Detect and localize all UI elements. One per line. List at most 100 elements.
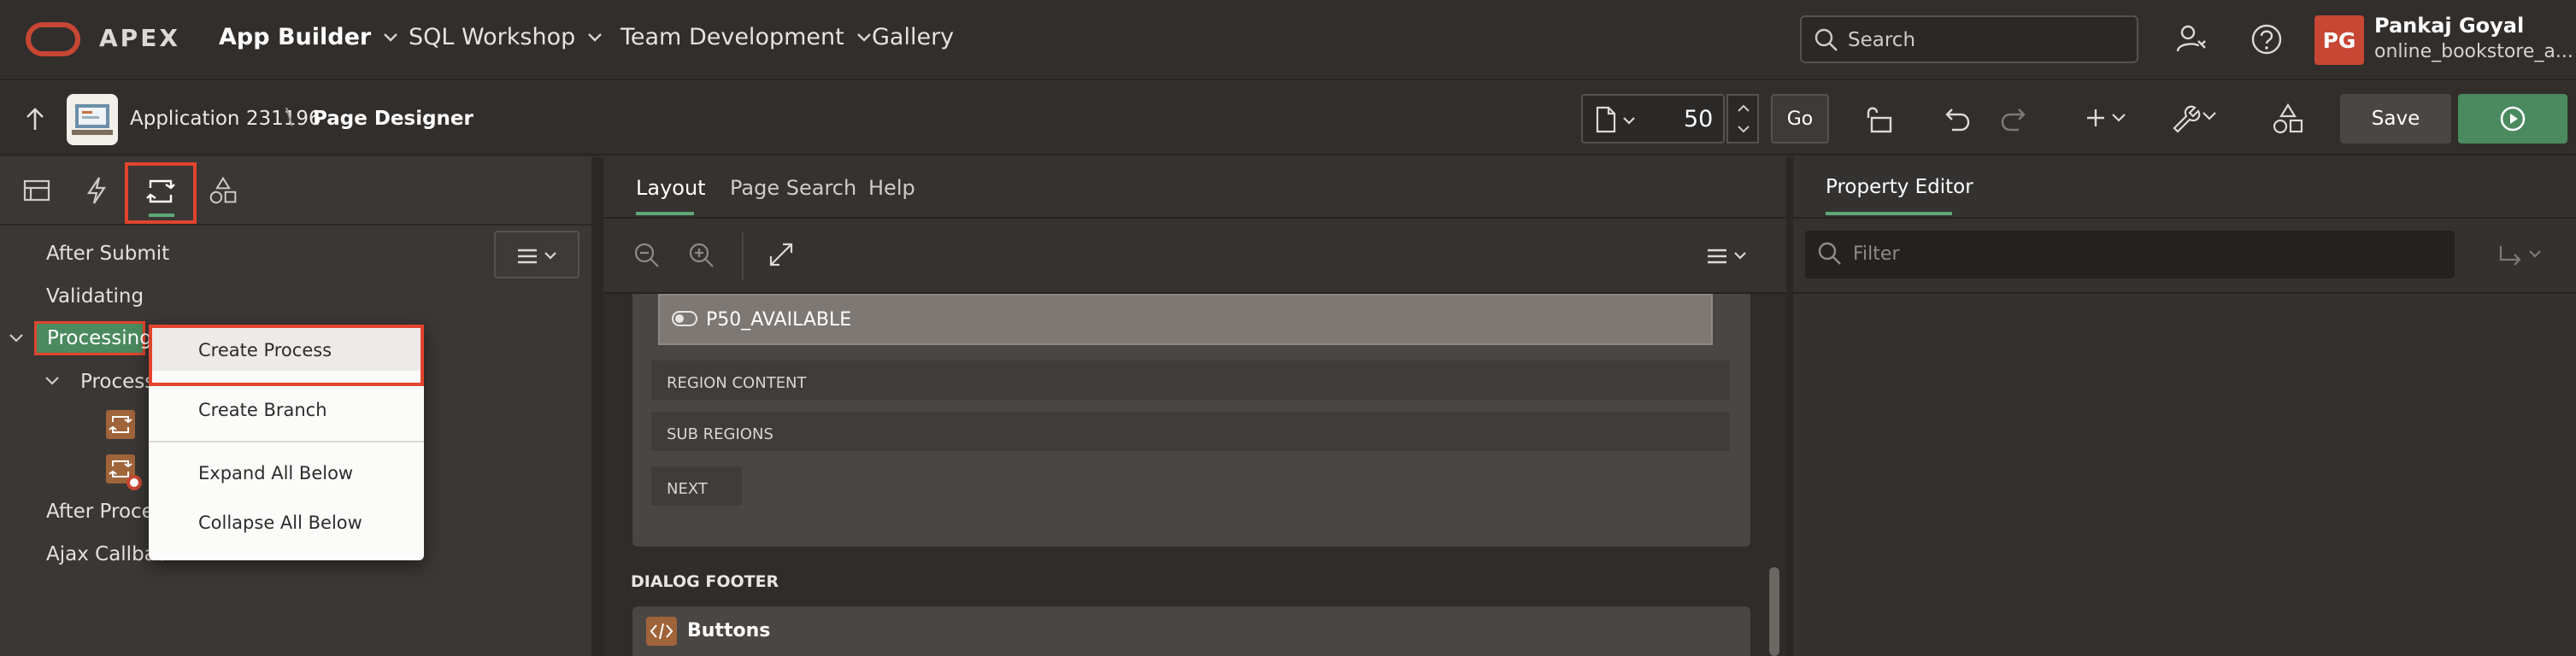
search-icon	[1814, 28, 1838, 51]
tab-help[interactable]: Help	[868, 176, 915, 200]
property-editor-pane: Property Editor Filter	[1793, 157, 2576, 656]
center-tabs: Layout Page Search Help	[603, 157, 1786, 219]
breadcrumb-separator: \	[285, 104, 293, 130]
arrow-up-icon[interactable]	[24, 106, 46, 132]
layout-menu-icon[interactable]	[1706, 248, 1750, 265]
undo-icon[interactable]	[1944, 104, 1973, 133]
save-button-label: Save	[2371, 108, 2420, 130]
help-icon[interactable]	[2250, 22, 2284, 56]
tree-menu-button[interactable]	[494, 231, 579, 278]
shared-components-icon[interactable]	[2272, 102, 2304, 135]
page-selector[interactable]: 50	[1581, 94, 1725, 144]
chevron-down-icon	[588, 32, 603, 42]
active-tab-indicator	[636, 212, 694, 215]
process-icon[interactable]	[106, 410, 135, 439]
create-process-highlight	[149, 325, 424, 386]
oracle-logo[interactable]	[26, 22, 80, 56]
brand-name[interactable]: APEX	[99, 24, 180, 52]
nav-app-builder-label: App Builder	[219, 24, 372, 50]
sub-regions-slot[interactable]: SUB REGIONS	[650, 410, 1732, 453]
property-editor-tabs: Property Editor	[1793, 157, 2576, 219]
user-name[interactable]: Pankaj Goyal	[2374, 14, 2524, 38]
active-tab-indicator	[149, 214, 174, 217]
page-item[interactable]: P50_AVAILABLE	[658, 294, 1713, 345]
chevron-up-icon[interactable]	[1737, 104, 1750, 113]
chevron-down-icon	[384, 32, 398, 42]
search-placeholder: Search	[1848, 29, 1916, 51]
hamburger-menu-icon	[518, 249, 556, 264]
processing-tab-icon	[146, 179, 175, 203]
go-button[interactable]: Go	[1771, 94, 1829, 144]
avatar[interactable]: PG	[2314, 15, 2364, 65]
right-splitter[interactable]	[1786, 157, 1793, 656]
tree-node-processing[interactable]: Processing	[34, 321, 152, 355]
play-icon	[2500, 106, 2526, 132]
rendering-tab-icon[interactable]	[22, 178, 51, 203]
buttons-region-title: Buttons	[687, 620, 771, 641]
region-content-slot[interactable]: REGION CONTENT	[650, 359, 1732, 401]
zoom-in-icon[interactable]	[687, 241, 716, 270]
nav-sql-workshop-label: SQL Workshop	[409, 24, 576, 50]
toolbar-divider	[742, 232, 744, 280]
nav-team-development-label: Team Development	[620, 24, 844, 50]
tree-node-processing-label: Processing	[47, 327, 152, 349]
lock-page-icon[interactable]	[1865, 104, 1894, 135]
nav-gallery[interactable]: Gallery	[872, 24, 954, 50]
chevron-down-icon[interactable]	[44, 376, 60, 386]
nav-sql-workshop[interactable]: SQL Workshop	[409, 24, 603, 50]
page-icon	[1596, 106, 1616, 133]
zoom-out-icon[interactable]	[632, 241, 662, 270]
run-page-button[interactable]	[2458, 94, 2567, 144]
shared-components-tab-icon[interactable]	[209, 176, 238, 205]
search-icon	[1818, 242, 1841, 265]
tree-node-validating[interactable]: Validating	[46, 285, 144, 308]
chevron-down-icon[interactable]	[1737, 125, 1750, 133]
filter-input[interactable]: Filter	[1805, 231, 2455, 278]
go-to-group-icon[interactable]	[2497, 244, 2545, 268]
nav-team-development[interactable]: Team Development	[620, 24, 872, 50]
dialog-footer-heading: DIALOG FOOTER	[631, 572, 779, 591]
region-content-label: REGION CONTENT	[667, 374, 807, 392]
tab-page-search[interactable]: Page Search	[730, 176, 856, 200]
next-label: NEXT	[667, 480, 708, 498]
top-header: APEX App Builder SQL Workshop Team Devel…	[0, 0, 2576, 80]
menu-item-expand-all-below[interactable]: Expand All Below	[152, 453, 421, 494]
active-tab-indicator	[1826, 212, 1952, 215]
admin-user-icon[interactable]	[2174, 22, 2208, 56]
context-menu: Create Process Create Branch Expand All …	[149, 325, 424, 560]
condition-badge-icon	[126, 475, 142, 490]
nav-gallery-label: Gallery	[872, 24, 955, 50]
page-title: Page Designer	[313, 108, 473, 130]
menu-separator	[149, 441, 424, 442]
add-menu-icon[interactable]	[2085, 106, 2130, 132]
next-slot[interactable]: NEXT	[650, 465, 744, 507]
page-item-name: P50_AVAILABLE	[706, 309, 852, 331]
tab-layout-label: Layout	[636, 176, 706, 200]
vertical-scrollbar[interactable]	[1769, 567, 1779, 656]
expand-icon[interactable]	[768, 241, 795, 268]
code-icon	[646, 617, 677, 646]
page-stepper[interactable]	[1726, 94, 1759, 144]
menu-item-collapse-all-below[interactable]: Collapse All Below	[152, 502, 421, 543]
tree-node-after-submit[interactable]: After Submit	[46, 243, 169, 265]
page-number-input[interactable]: 50	[1684, 106, 1713, 132]
utilities-wrench-icon[interactable]	[2169, 102, 2219, 133]
menu-item-create-branch[interactable]: Create Branch	[152, 391, 421, 432]
tab-property-editor-label: Property Editor	[1826, 176, 1973, 198]
search-box[interactable]: Search	[1800, 15, 2138, 63]
save-button[interactable]: Save	[2340, 94, 2451, 144]
avatar-initials: PG	[2322, 27, 2356, 53]
tree-node-after-processing[interactable]: After Proces	[46, 501, 164, 523]
layout-pane: Layout Page Search Help P50_AVAILABLE RE…	[603, 157, 1786, 656]
page-designer-toolbar: Application 231196 \ Page Designer 50 Go…	[0, 82, 2576, 155]
nav-app-builder[interactable]: App Builder	[219, 24, 398, 50]
processing-tab[interactable]	[125, 162, 197, 224]
dynamic-actions-tab-icon[interactable]	[85, 176, 108, 205]
buttons-region[interactable]: Buttons	[632, 606, 1750, 656]
property-toolbar: Filter	[1793, 219, 2576, 294]
chevron-down-icon	[856, 32, 871, 42]
chevron-down-icon[interactable]	[9, 333, 24, 343]
go-button-label: Go	[1786, 108, 1814, 130]
left-splitter[interactable]	[591, 157, 603, 656]
redo-icon[interactable]	[1998, 104, 2027, 133]
